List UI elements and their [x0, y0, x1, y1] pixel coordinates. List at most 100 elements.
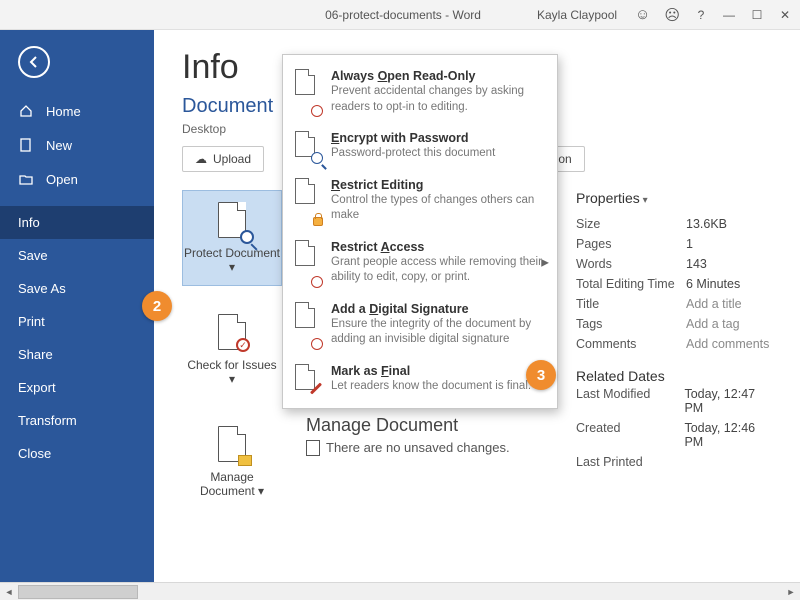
sidebar-item-label: Info	[18, 215, 40, 230]
sidebar-item-new[interactable]: New	[0, 128, 154, 162]
protect-document-menu: Always Open Read-Only Prevent accidental…	[282, 54, 558, 409]
menu-item-title: Add a Digital Signature	[331, 302, 545, 316]
titlebar: 06-protect-documents - Word Kayla Claypo…	[0, 0, 800, 30]
arrow-left-icon	[26, 54, 42, 70]
sidebar-item-label: Close	[18, 446, 51, 461]
sidebar-item-label: Save As	[18, 281, 66, 296]
property-value[interactable]: Add a title	[686, 297, 742, 311]
date-key: Created	[576, 421, 684, 449]
menu-item-desc: Password-protect this document	[331, 146, 495, 162]
scroll-left-icon[interactable]: ◄	[0, 584, 18, 600]
related-dates-heading: Related Dates	[576, 368, 776, 384]
date-value: Today, 12:46 PM	[684, 421, 776, 449]
sidebar-item-export[interactable]: Export	[0, 371, 154, 404]
property-row: Size13.6KB	[576, 214, 776, 234]
property-value[interactable]: Add comments	[686, 337, 769, 351]
date-key: Last Modified	[576, 387, 684, 415]
protect-menu-item[interactable]: Add a Digital Signature Ensure the integ…	[283, 294, 557, 356]
property-row: TagsAdd a tag	[576, 314, 776, 334]
backstage-sidebar: Home New Open Info Save Save As Print Sh…	[0, 30, 154, 582]
property-row: Pages1	[576, 234, 776, 254]
scroll-thumb[interactable]	[18, 585, 138, 599]
protect-menu-item[interactable]: Restrict Editing Control the types of ch…	[283, 170, 557, 232]
user-name: Kayla Claypool	[537, 8, 617, 22]
check-for-issues-tile[interactable]: ✓ Check for Issues ▾	[182, 302, 282, 398]
minimize-icon[interactable]: —	[722, 8, 736, 22]
menu-item-desc: Prevent accidental changes by asking rea…	[331, 84, 545, 115]
properties-heading[interactable]: Properties	[576, 190, 776, 206]
folder-icon	[238, 455, 252, 466]
maximize-icon[interactable]: ☐	[750, 8, 764, 22]
feedback-sad-icon[interactable]: ☹	[664, 6, 680, 24]
properties-panel: Properties Size13.6KBPages1Words143Total…	[576, 190, 776, 472]
scroll-track[interactable]	[18, 584, 782, 600]
menu-item-title: Mark as Final	[331, 364, 531, 378]
manage-document-tile[interactable]: Manage Document ▾	[182, 414, 282, 510]
callout-2: 2	[142, 291, 172, 321]
menu-item-desc: Ensure the integrity of the document by …	[331, 317, 545, 348]
home-icon	[18, 103, 34, 119]
property-value[interactable]: Add a tag	[686, 317, 740, 331]
upload-button[interactable]: ☁ Upload	[182, 146, 264, 172]
property-key: Total Editing Time	[576, 277, 686, 291]
sidebar-item-open[interactable]: Open	[0, 162, 154, 196]
sidebar-item-save[interactable]: Save	[0, 239, 154, 272]
protect-menu-item[interactable]: Encrypt with Password Password-protect t…	[283, 123, 557, 170]
property-key: Title	[576, 297, 686, 311]
feedback-happy-icon[interactable]: ☺	[635, 6, 650, 23]
property-row: TitleAdd a title	[576, 294, 776, 314]
sidebar-item-home[interactable]: Home	[0, 94, 154, 128]
menu-item-icon	[295, 240, 321, 286]
menu-item-icon	[295, 178, 321, 224]
protect-menu-item[interactable]: Always Open Read-Only Prevent accidental…	[283, 61, 557, 123]
menu-item-title: Always Open Read-Only	[331, 69, 545, 83]
property-key: Comments	[576, 337, 686, 351]
sidebar-item-share[interactable]: Share	[0, 338, 154, 371]
tile-label: Check for Issues ▾	[183, 358, 281, 386]
menu-item-icon	[295, 364, 321, 395]
property-value: 143	[686, 257, 707, 271]
sidebar-item-label: Print	[18, 314, 45, 329]
menu-item-desc: Let readers know the document is final.	[331, 379, 531, 395]
doc-title: 06-protect-documents - Word	[325, 8, 481, 22]
tile-label: Manage Document ▾	[183, 470, 281, 498]
sidebar-item-close[interactable]: Close	[0, 437, 154, 470]
open-icon	[18, 171, 34, 187]
magnify-icon	[240, 230, 254, 244]
document-icon	[306, 440, 320, 456]
upload-label: Upload	[213, 152, 251, 166]
submenu-arrow-icon: ▶	[541, 257, 549, 268]
protect-menu-item[interactable]: Restrict Access Grant people access whil…	[283, 232, 557, 294]
protect-document-tile[interactable]: Protect Document ▾	[182, 190, 282, 286]
menu-item-title: Restrict Editing	[331, 178, 545, 192]
menu-item-icon	[295, 69, 321, 115]
protect-menu-item[interactable]: Mark as Final Let readers know the docum…	[283, 356, 557, 403]
scroll-right-icon[interactable]: ►	[782, 584, 800, 600]
sidebar-item-label: Open	[46, 172, 78, 187]
sidebar-item-label: Save	[18, 248, 48, 263]
back-button[interactable]	[18, 46, 50, 78]
property-row: Total Editing Time6 Minutes	[576, 274, 776, 294]
sidebar-item-label: Home	[46, 104, 81, 119]
sidebar-item-info[interactable]: Info	[0, 206, 154, 239]
date-row: CreatedToday, 12:46 PM	[576, 418, 776, 452]
sidebar-item-transform[interactable]: Transform	[0, 404, 154, 437]
upload-icon: ☁	[195, 152, 207, 166]
property-key: Words	[576, 257, 686, 271]
help-icon[interactable]: ?	[694, 8, 708, 22]
menu-item-icon	[295, 131, 321, 162]
property-key: Size	[576, 217, 686, 231]
check-icon: ✓	[236, 338, 250, 352]
property-value: 13.6KB	[686, 217, 727, 231]
sidebar-item-save-as[interactable]: Save As	[0, 272, 154, 305]
horizontal-scrollbar[interactable]: ◄ ►	[0, 582, 800, 600]
menu-item-desc: Grant people access while removing their…	[331, 255, 545, 286]
tile-label: Protect Document ▾	[183, 246, 281, 274]
date-value: Today, 12:47 PM	[684, 387, 776, 415]
sidebar-item-label: Export	[18, 380, 56, 395]
close-icon[interactable]: ✕	[778, 8, 792, 22]
menu-item-title: Encrypt with Password	[331, 131, 495, 145]
menu-item-icon	[295, 302, 321, 348]
sidebar-item-label: Transform	[18, 413, 77, 428]
sidebar-item-print[interactable]: Print	[0, 305, 154, 338]
